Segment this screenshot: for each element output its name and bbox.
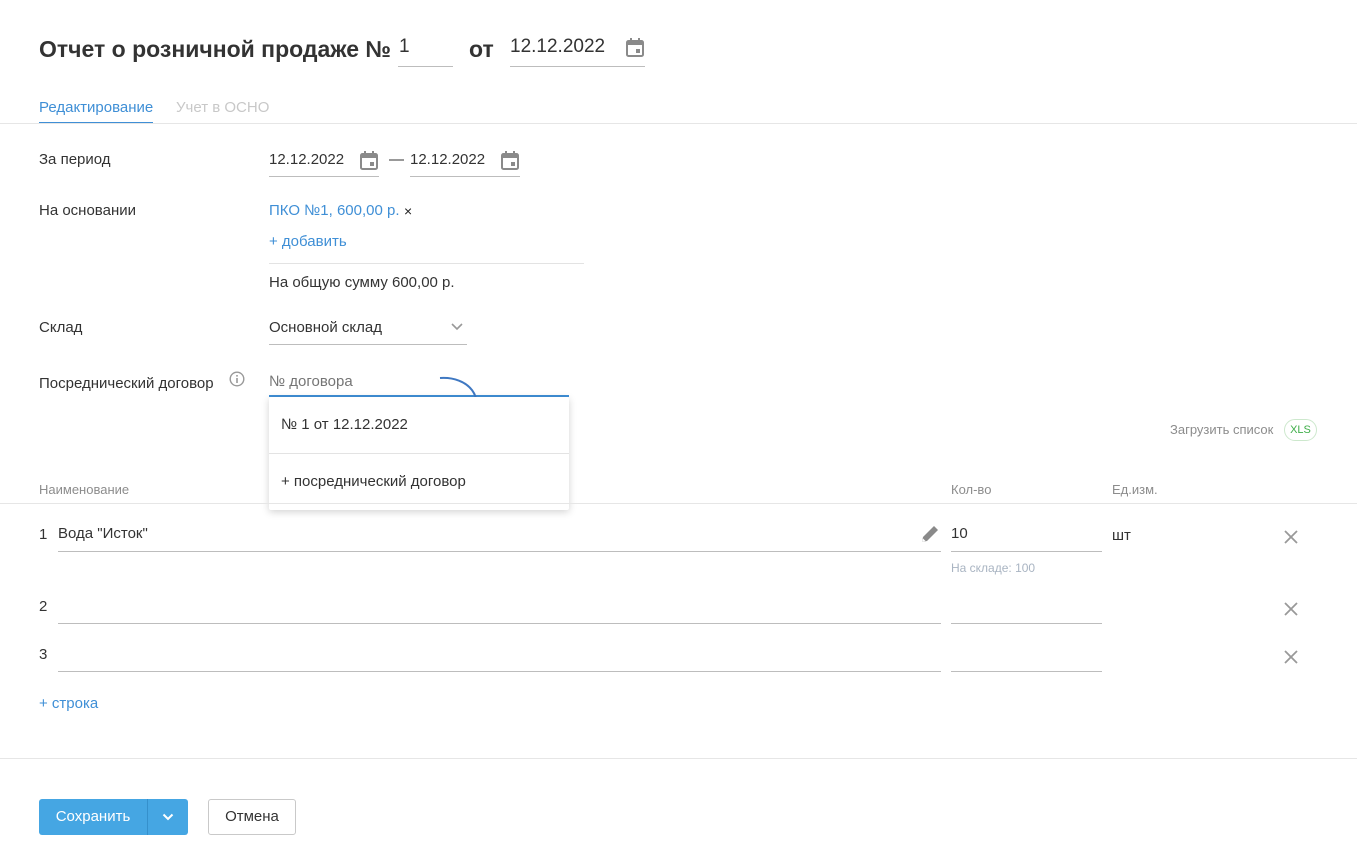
row-qty-input[interactable]: 10 — [951, 524, 1102, 552]
save-options-button[interactable] — [147, 799, 188, 835]
calendar-icon[interactable] — [360, 151, 378, 170]
add-row-link[interactable]: + строка — [39, 694, 98, 714]
stock-hint: На складе: 100 — [951, 561, 1036, 575]
row-unit: шт — [1112, 527, 1131, 544]
page-title: Отчет о розничной продаже № — [39, 36, 392, 62]
chevron-down-icon — [162, 813, 174, 821]
pencil-icon[interactable] — [920, 524, 940, 544]
cancel-button[interactable]: Отмена — [208, 799, 296, 835]
upload-list-link[interactable]: Загрузить список — [1170, 422, 1273, 438]
period-from-input[interactable]: 12.12.2022 — [269, 150, 379, 177]
period-label: За период — [39, 151, 111, 168]
column-name-header: Наименование — [39, 482, 130, 497]
contract-dropdown: № 1 от 12.12.2022 + посреднический догов… — [269, 397, 569, 510]
tab-osno[interactable]: Учет в ОСНО — [176, 98, 269, 118]
warehouse-label: Склад — [39, 319, 83, 336]
row-name-value: Вода "Исток" — [58, 525, 148, 542]
contract-input[interactable] — [269, 368, 569, 397]
date-separator-label: от — [469, 36, 494, 62]
dropdown-divider — [269, 453, 569, 454]
row-number: 1 — [39, 526, 48, 543]
remove-basis-icon[interactable]: × — [404, 201, 412, 221]
calendar-icon[interactable] — [501, 151, 519, 170]
add-contract-option[interactable]: + посреднический договор — [281, 472, 466, 492]
basis-label: На основании — [39, 202, 136, 219]
row-number: 2 — [39, 598, 48, 615]
chevron-down-icon — [451, 323, 463, 331]
xls-badge[interactable]: XLS — [1284, 419, 1317, 441]
period-to-input[interactable]: 12.12.2022 — [410, 150, 520, 177]
contract-option[interactable]: № 1 от 12.12.2022 — [281, 415, 408, 435]
warehouse-value: Основной склад — [269, 319, 383, 336]
close-icon[interactable] — [1284, 530, 1298, 544]
period-to-value: 12.12.2022 — [410, 151, 486, 168]
row-name-input[interactable] — [58, 596, 941, 624]
row-qty-input[interactable] — [951, 644, 1102, 672]
row-qty-value: 10 — [951, 525, 968, 542]
add-basis-link[interactable]: + добавить — [269, 232, 347, 252]
period-from-value: 12.12.2022 — [269, 151, 345, 168]
row-name-input[interactable]: Вода "Исток" — [58, 524, 941, 552]
basis-divider — [269, 263, 584, 264]
save-button[interactable]: Сохранить — [39, 799, 147, 835]
row-number: 3 — [39, 646, 48, 663]
tabs-divider — [0, 123, 1357, 124]
basis-total: На общую сумму 600,00 р. — [269, 274, 455, 291]
info-icon[interactable] — [229, 371, 245, 387]
warehouse-select[interactable]: Основной склад — [269, 318, 467, 345]
table-header-divider — [0, 503, 1357, 504]
row-qty-input[interactable] — [951, 596, 1102, 624]
column-unit-header: Ед.изм. — [1112, 482, 1158, 497]
basis-document-link[interactable]: ПКО №1, 600,00 р. — [269, 201, 400, 221]
contract-label: Посреднический договор — [39, 375, 214, 392]
row-name-input[interactable] — [58, 644, 941, 672]
report-date-value: 12.12.2022 — [510, 36, 606, 57]
report-number-input[interactable]: 1 — [398, 34, 453, 67]
column-qty-header: Кол-во — [951, 482, 992, 497]
calendar-icon[interactable] — [626, 38, 644, 57]
close-icon[interactable] — [1284, 602, 1298, 616]
footer-divider — [0, 758, 1357, 759]
tab-editing[interactable]: Редактирование — [39, 98, 154, 124]
close-icon[interactable] — [1284, 650, 1298, 664]
report-date-input[interactable]: 12.12.2022 — [510, 34, 645, 67]
period-dash: — — [389, 151, 404, 168]
